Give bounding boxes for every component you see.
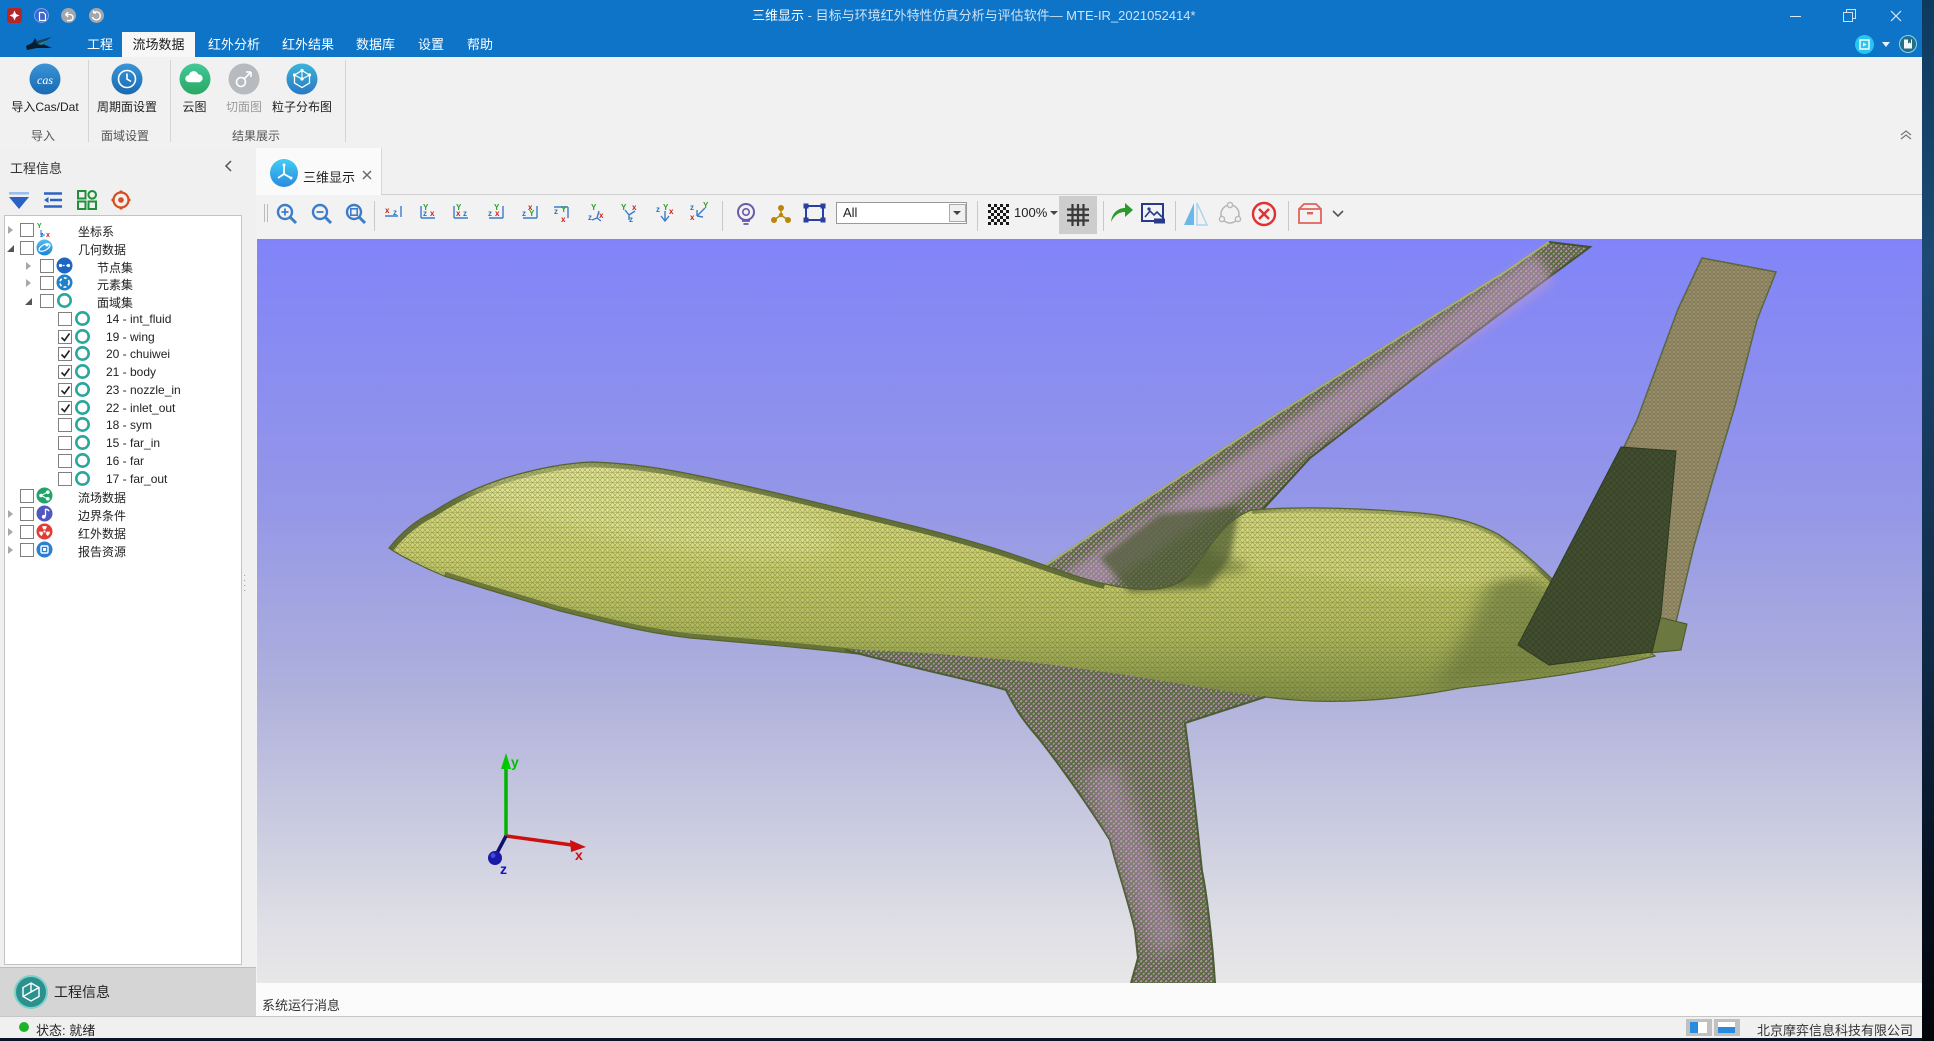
svg-text:z: z [588,213,592,222]
svg-text:y: y [511,754,519,770]
svg-text:Y: Y [591,203,597,212]
svg-text:z: z [463,209,467,218]
svg-text:Y: Y [529,209,535,218]
svg-text:x: x [575,847,583,863]
svg-text:x: x [46,232,50,238]
svg-text:Y: Y [37,223,42,230]
svg-text:x: x [561,215,566,224]
svg-text:x: x [385,206,390,215]
svg-text:x: x [669,207,674,216]
svg-text:z: z [690,203,694,212]
svg-text:x: x [599,211,604,220]
svg-text:cas: cas [37,73,53,87]
svg-text:x: x [456,209,461,218]
svg-text:z: z [656,205,660,214]
svg-text:z: z [40,232,44,238]
svg-text:z: z [488,209,492,218]
svg-text:x: x [690,213,695,222]
svg-text:Y: Y [561,205,567,214]
svg-text:z: z [554,207,558,216]
svg-text:z: z [522,209,526,218]
svg-text:z: z [500,861,507,877]
svg-text:z: z [423,209,427,218]
svg-text:x: x [495,209,500,218]
svg-text:x: x [430,209,435,218]
